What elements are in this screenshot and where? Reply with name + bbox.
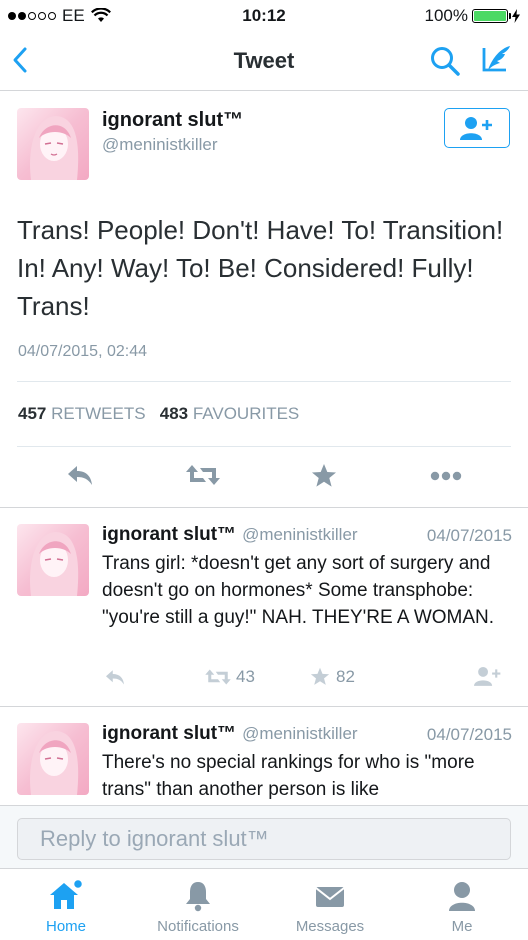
nav-bar: Tweet: [0, 34, 528, 91]
battery-status: 100%: [425, 6, 520, 26]
battery-percent: 100%: [424, 6, 468, 25]
more-options-icon[interactable]: [430, 471, 462, 481]
retweet-count: 43: [236, 667, 255, 686]
tab-messages[interactable]: Messages: [264, 869, 396, 940]
favourite-star-icon[interactable]: [310, 667, 330, 686]
divider: [17, 381, 511, 382]
add-user-icon: [460, 117, 492, 140]
tab-notifications[interactable]: Notifications: [132, 869, 264, 940]
reply-author-handle[interactable]: @meninistkiller: [242, 724, 358, 743]
avatar[interactable]: [17, 524, 89, 596]
tab-me[interactable]: Me: [396, 869, 528, 940]
retweet-icon[interactable]: [186, 463, 220, 487]
tab-bar: Home Notifications Messages Me: [0, 868, 528, 940]
envelope-icon: [315, 887, 345, 907]
reply-date: 04/07/2015: [426, 725, 512, 744]
favourite-star-icon[interactable]: [311, 463, 337, 488]
tweet-timestamp: 04/07/2015, 02:44: [18, 343, 148, 360]
reply-header: ignorant slut™ @meninistkiller 04/07/2015: [102, 723, 512, 745]
home-icon: [50, 879, 84, 909]
reply-author-handle[interactable]: @meninistkiller: [242, 525, 358, 544]
tab-label: Me: [451, 918, 473, 935]
status-bar: EE 10:12 100%: [0, 0, 528, 34]
retweet-icon[interactable]: [205, 668, 231, 686]
tab-label: Messages: [295, 918, 365, 935]
reply-icon[interactable]: [66, 463, 94, 487]
reply-tweet[interactable]: ignorant slut™ @meninistkiller 04/07/2015…: [0, 508, 528, 706]
compose-tweet-icon[interactable]: [480, 44, 514, 78]
reply-date: 04/07/2015: [426, 526, 512, 545]
author-handle[interactable]: @meninistkiller: [102, 135, 218, 155]
favourite-count: 82: [336, 667, 355, 686]
reply-input[interactable]: Reply to ignorant slut™: [17, 818, 511, 860]
reply-icon[interactable]: [104, 668, 126, 686]
retweets-stat[interactable]: 457 RETWEETS: [18, 404, 146, 423]
reply-tweet[interactable]: ignorant slut™ @meninistkiller 04/07/2015…: [0, 707, 528, 805]
tweet-stats: 457 RETWEETS 483 FAVOURITES: [18, 404, 299, 424]
add-user-icon[interactable]: [474, 666, 502, 686]
battery-icon: [472, 9, 511, 23]
reply-text: There's no special rankings for who is "…: [102, 752, 475, 800]
reply-actions: 43 82: [0, 666, 528, 692]
tab-label: Home: [45, 918, 86, 935]
search-icon[interactable]: [428, 44, 462, 78]
bell-icon: [186, 882, 210, 912]
charging-icon: [512, 9, 520, 23]
follow-button[interactable]: [444, 108, 510, 148]
avatar[interactable]: [17, 108, 89, 180]
reply-composer: Reply to ignorant slut™: [0, 805, 528, 868]
favourites-stat[interactable]: 483 FAVOURITES: [160, 404, 300, 423]
author-name[interactable]: ignorant slut™: [102, 109, 243, 132]
reply-author-name[interactable]: ignorant slut™: [102, 524, 236, 545]
reply-author-name[interactable]: ignorant slut™: [102, 723, 236, 744]
person-icon: [449, 882, 475, 911]
tweet-text: Trans! People! Don't! Have! To! Transiti…: [17, 215, 504, 321]
tab-label: Notifications: [157, 918, 239, 935]
divider: [17, 446, 511, 447]
avatar[interactable]: [17, 723, 89, 795]
reply-header: ignorant slut™ @meninistkiller 04/07/2015: [102, 524, 512, 546]
tab-home[interactable]: Home: [0, 869, 132, 940]
reply-text: Trans girl: *doesn't get any sort of sur…: [102, 553, 495, 628]
